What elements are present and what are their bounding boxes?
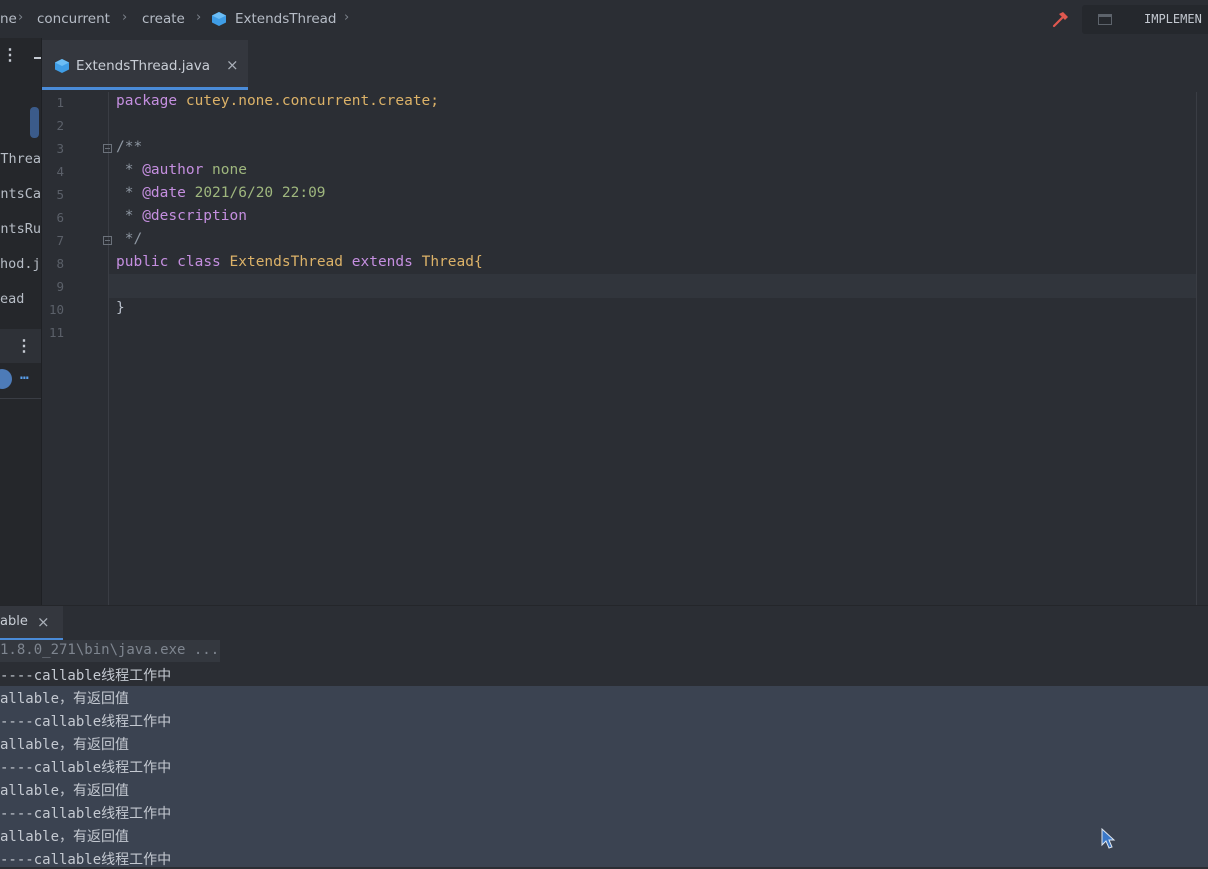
text-selection-highlight (0, 686, 1208, 867)
chevron-right-icon: › (18, 10, 24, 25)
run-configuration-label: IMPLEMEN (1144, 12, 1202, 26)
more-horizontal-icon[interactable]: ⋯ (20, 370, 28, 386)
tab-run-configuration[interactable]: able × (0, 606, 63, 641)
code-line-10: } (116, 300, 125, 316)
breadcrumb-item-module[interactable]: ne (0, 11, 17, 27)
project-tree-item[interactable]: entsCa (0, 186, 41, 202)
editor-tab-bar: ExtendsThread.java × (42, 38, 1208, 92)
fold-collapse-icon[interactable] (103, 144, 112, 153)
line-number-gutter: 1 2 3 4 5 6 7 8 9 10 11 (42, 92, 112, 605)
line-number: 4 (56, 164, 64, 179)
console-line: ----callable线程工作中 (0, 806, 172, 822)
code-line-8: public class ExtendsThread extends Threa… (116, 254, 483, 270)
breadcrumb-item-create[interactable]: create (142, 11, 185, 27)
run-tab-bar: able × (0, 605, 1208, 641)
code-line-7: */ (116, 231, 143, 247)
close-tab-icon[interactable]: × (226, 56, 239, 74)
console-output[interactable]: 1.8.0_271\bin\java.exe ... ----callable线… (0, 640, 1208, 868)
console-line: ----callable线程工作中 (0, 852, 172, 868)
project-tree-item[interactable]: ead (0, 291, 41, 307)
tab-extendsthread-java[interactable]: ExtendsThread.java × (42, 40, 248, 90)
class-cube-icon (212, 12, 226, 26)
more-options-icon[interactable]: ⋮ (2, 47, 18, 63)
line-number: 5 (56, 187, 64, 202)
console-line: allable，有返回值 (0, 829, 130, 845)
code-line-6: * @description (116, 208, 247, 224)
tab-label: ExtendsThread.java (76, 58, 211, 74)
build-hammer-icon[interactable] (1050, 9, 1070, 29)
line-number: 11 (48, 325, 64, 340)
console-line: 1.8.0_271\bin\java.exe ... (0, 642, 220, 658)
console-line: ----callable线程工作中 (0, 668, 172, 684)
console-line: ----callable线程工作中 (0, 760, 172, 776)
chevron-right-icon: › (122, 10, 128, 25)
breadcrumb-item-class[interactable]: ExtendsThread (235, 11, 336, 27)
application-window-icon (1098, 14, 1112, 25)
line-number: 1 (56, 95, 64, 110)
current-line-highlight (109, 274, 1197, 298)
chevron-right-icon: › (344, 10, 350, 25)
chevron-right-icon: › (196, 10, 202, 25)
divider (0, 398, 41, 399)
panel-toolbar: ⋮ (0, 329, 41, 363)
project-panel: ⋮ sThrea entsCa entsRu hod.j ead ⋮ ⋯ (0, 38, 42, 605)
code-line-5: * @date 2021/6/20 22:09 (116, 185, 326, 201)
code-line-4: * @author none (116, 162, 247, 178)
class-cube-icon (55, 59, 69, 73)
project-tree-item[interactable]: sThrea (0, 151, 41, 167)
navigation-bar: ne › concurrent › create › ExtendsThread… (0, 0, 1208, 38)
project-tree-item[interactable]: hod.j (0, 256, 41, 272)
project-tree-item[interactable]: entsRu (0, 221, 41, 237)
code-line-3: /** (116, 139, 143, 155)
run-configuration-selector[interactable]: IMPLEMEN (1082, 5, 1208, 34)
code-editor[interactable]: 1 2 3 4 5 6 7 8 9 10 11 package cutey.no… (42, 92, 1208, 605)
code-line-1: package cutey.none.concurrent.create; (116, 93, 440, 109)
console-line: allable，有返回值 (0, 691, 130, 707)
close-tab-icon[interactable]: × (37, 613, 50, 631)
line-number: 10 (48, 302, 64, 317)
editor-scrollbar[interactable] (1196, 92, 1197, 605)
fold-collapse-icon[interactable] (103, 236, 112, 245)
avatar[interactable] (0, 369, 12, 389)
more-options-icon[interactable]: ⋮ (16, 338, 32, 354)
console-line: allable，有返回值 (0, 783, 130, 799)
active-tab-indicator (42, 87, 248, 90)
console-line: allable，有返回值 (0, 737, 130, 753)
project-scrollbar[interactable] (30, 107, 39, 138)
breadcrumb-item-concurrent[interactable]: concurrent (37, 11, 110, 27)
line-number: 7 (56, 233, 64, 248)
line-number: 3 (56, 141, 64, 156)
console-line: ----callable线程工作中 (0, 714, 172, 730)
line-number: 8 (56, 256, 64, 271)
run-tab-label: able (0, 614, 28, 629)
mouse-pointer-icon (1101, 828, 1116, 849)
line-number: 2 (56, 118, 64, 133)
line-number: 9 (56, 279, 64, 294)
line-number: 6 (56, 210, 64, 225)
minimize-icon[interactable] (34, 57, 41, 59)
